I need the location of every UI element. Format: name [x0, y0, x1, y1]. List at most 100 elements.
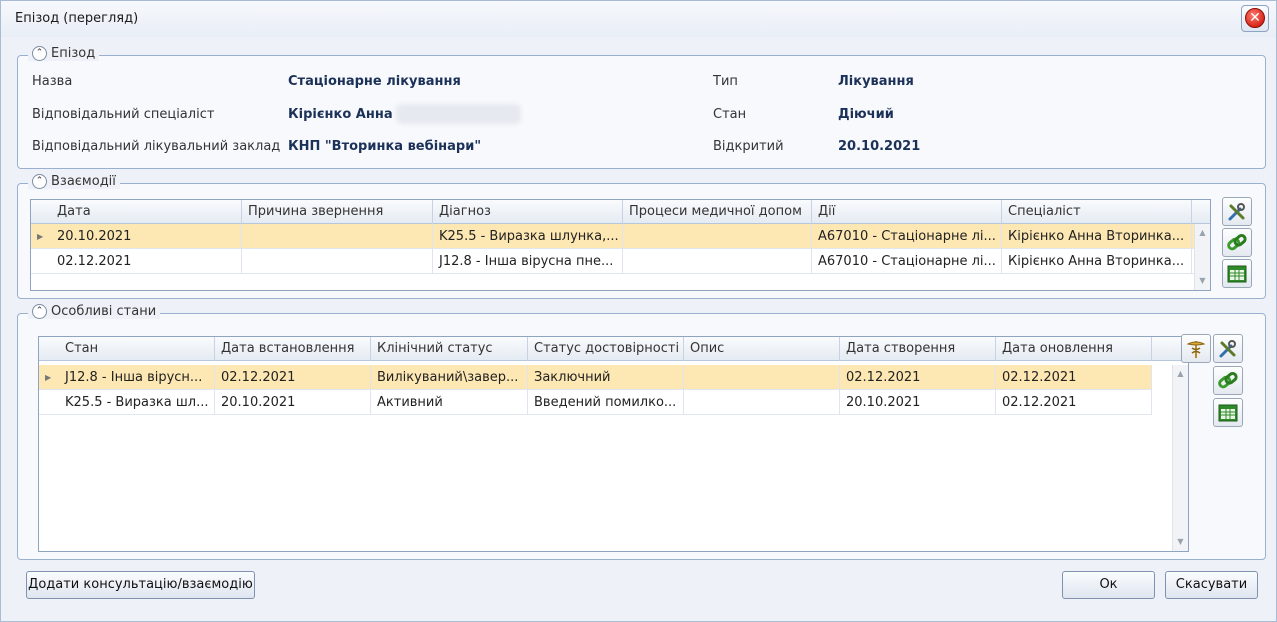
- table-cell: A67010 - Стаціонарне лі...: [812, 224, 1002, 249]
- spreadsheet-icon: [1227, 265, 1247, 283]
- caduceus-icon: [1186, 341, 1206, 358]
- titlebar: Епізод (перегляд) ✕: [1, 1, 1276, 37]
- specialist-value: Кірієнко Анна: [288, 107, 393, 122]
- edit-interaction-button[interactable]: [1222, 197, 1252, 226]
- table-cell: [242, 249, 433, 274]
- export-condition-button[interactable]: [1213, 398, 1243, 427]
- conditions-group: ⌃ Особливі стани Стан Дата встановлення …: [17, 304, 1266, 560]
- table-row[interactable]: 02.12.2021 J12.8 - Інша вірусна пне... A…: [31, 249, 1194, 274]
- column-header[interactable]: Спеціаліст: [1002, 200, 1192, 224]
- table-cell: [623, 224, 812, 249]
- cancel-button[interactable]: Скасувати: [1165, 571, 1258, 599]
- table-cell: 02.12.2021: [215, 365, 371, 390]
- specialist-label: Відповідальний спеціаліст: [32, 107, 215, 122]
- conditions-scrollbar[interactable]: ▲ ▼: [1172, 365, 1188, 551]
- column-header[interactable]: Дата встановлення: [215, 337, 371, 361]
- close-button[interactable]: ✕: [1241, 5, 1269, 32]
- conditions-legend-label: Особливі стани: [51, 304, 157, 319]
- tools-icon: [1219, 340, 1236, 358]
- tools-icon: [1228, 203, 1245, 221]
- scroll-up-icon[interactable]: ▲: [1195, 226, 1210, 240]
- name-label: Назва: [32, 74, 73, 89]
- table-cell: [684, 390, 840, 415]
- conditions-grid-header: Стан Дата встановлення Клінічний статус …: [39, 337, 1188, 361]
- opened-value: 20.10.2021: [838, 139, 921, 154]
- name-value: Стаціонарне лікування: [288, 74, 461, 89]
- column-header[interactable]: Клінічний статус: [371, 337, 528, 361]
- column-header[interactable]: Дата: [51, 200, 242, 224]
- column-header[interactable]: Дата оновлення: [996, 337, 1152, 361]
- table-cell: Введений помилко...: [528, 390, 684, 415]
- column-header[interactable]: Опис: [684, 337, 840, 361]
- table-cell: J12.8 - Інша вірусн...: [59, 365, 215, 390]
- episode-dialog: Епізод (перегляд) ✕ ⌃ Епізод Назва Стаці…: [0, 0, 1277, 622]
- table-cell: Кірієнко Анна Вторинка...: [1002, 249, 1192, 274]
- column-header[interactable]: Діагноз: [433, 200, 623, 224]
- state-label: Стан: [713, 107, 747, 122]
- interactions-grid-header: Дата Причина звернення Діагноз Процеси м…: [31, 200, 1210, 224]
- table-cell: 20.10.2021: [840, 390, 996, 415]
- opened-label: Відкритий: [713, 139, 784, 154]
- link-interaction-button[interactable]: [1222, 228, 1252, 257]
- chain-link-icon: [1218, 372, 1238, 389]
- column-header[interactable]: Стан: [59, 337, 215, 361]
- redacted-area: [396, 104, 521, 124]
- scroll-up-icon[interactable]: ▲: [1173, 367, 1188, 381]
- column-header[interactable]: Дата створення: [840, 337, 996, 361]
- scroll-down-icon[interactable]: ▼: [1195, 274, 1210, 288]
- column-header[interactable]: Процеси медичної допом: [623, 200, 812, 224]
- table-row[interactable]: K25.5 - Виразка шл... 20.10.2021 Активни…: [39, 390, 1152, 415]
- interactions-legend: ⌃ Взаємодії: [28, 174, 120, 189]
- type-label: Тип: [713, 74, 738, 89]
- table-cell: 02.12.2021: [996, 390, 1152, 415]
- interactions-grid: Дата Причина звернення Діагноз Процеси м…: [30, 199, 1211, 291]
- chevron-up-icon[interactable]: ⌃: [32, 304, 47, 319]
- ok-button[interactable]: Ок: [1062, 571, 1155, 599]
- interactions-scrollbar[interactable]: ▲ ▼: [1194, 224, 1210, 290]
- column-header[interactable]: Дії: [812, 200, 1002, 224]
- interactions-group: ⌃ Взаємодії Дата Причина звернення Діагн…: [17, 174, 1266, 299]
- window-title: Епізод (перегляд): [15, 11, 139, 26]
- table-cell: 20.10.2021: [215, 390, 371, 415]
- table-cell: 02.12.2021: [840, 365, 996, 390]
- row-indicator-icon: ▶: [37, 232, 44, 241]
- column-header[interactable]: Причина звернення: [242, 200, 433, 224]
- chevron-up-icon[interactable]: ⌃: [32, 46, 47, 61]
- column-header[interactable]: Статус достовірності: [528, 337, 684, 361]
- table-cell: [242, 224, 433, 249]
- medical-condition-button[interactable]: [1181, 334, 1211, 363]
- table-cell: 20.10.2021: [51, 224, 242, 249]
- chevron-up-icon[interactable]: ⌃: [32, 174, 47, 189]
- table-cell: 02.12.2021: [996, 365, 1152, 390]
- state-value: Діючий: [838, 107, 894, 122]
- table-cell: [684, 365, 840, 390]
- table-cell: K25.5 - Виразка шлунка,...: [433, 224, 623, 249]
- facility-value: КНП "Вторинка вебінари": [288, 139, 482, 154]
- add-consultation-button[interactable]: Додати консультацію/взаємодію: [26, 571, 255, 599]
- table-cell: A67010 - Стаціонарне лі...: [812, 249, 1002, 274]
- table-cell: K25.5 - Виразка шл...: [59, 390, 215, 415]
- row-indicator-icon: ▶: [45, 373, 52, 382]
- conditions-legend: ⌃ Особливі стани: [28, 304, 161, 319]
- table-row[interactable]: ▶ 20.10.2021 K25.5 - Виразка шлунка,... …: [31, 224, 1194, 249]
- table-cell: Вилікуваний\завер...: [371, 365, 528, 390]
- type-value: Лікування: [838, 74, 914, 89]
- table-cell: Кірієнко Анна Вторинка...: [1002, 224, 1192, 249]
- table-cell: Заключний: [528, 365, 684, 390]
- episode-legend: ⌃ Епізод: [28, 46, 100, 61]
- episode-legend-label: Епізод: [51, 46, 96, 61]
- table-cell: Активний: [371, 390, 528, 415]
- interactions-legend-label: Взаємодії: [51, 174, 116, 189]
- export-interaction-button[interactable]: [1222, 259, 1252, 288]
- table-cell: [623, 249, 812, 274]
- chain-link-icon: [1227, 234, 1247, 251]
- spreadsheet-icon: [1218, 404, 1238, 422]
- table-row[interactable]: ▶ J12.8 - Інша вірусн... 02.12.2021 Вилі…: [39, 365, 1152, 390]
- scroll-down-icon[interactable]: ▼: [1173, 535, 1188, 549]
- edit-condition-button[interactable]: [1213, 334, 1243, 363]
- episode-group: ⌃ Епізод Назва Стаціонарне лікування Від…: [17, 46, 1266, 169]
- table-cell: 02.12.2021: [51, 249, 242, 274]
- link-condition-button[interactable]: [1213, 366, 1243, 395]
- facility-label: Відповідальний лікувальний заклад: [32, 139, 281, 154]
- close-icon: ✕: [1245, 8, 1265, 28]
